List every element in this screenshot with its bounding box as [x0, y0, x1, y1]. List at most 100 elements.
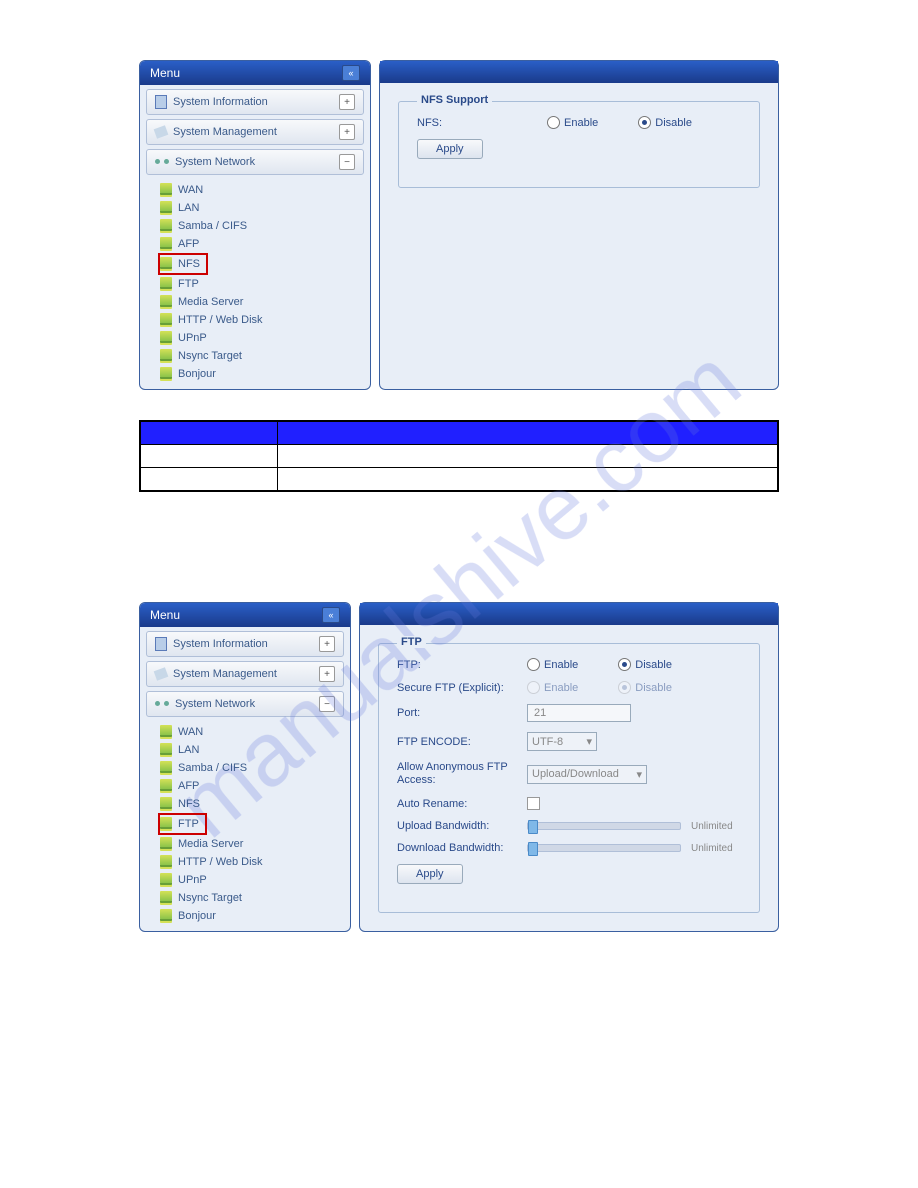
ftp-disable-radio[interactable]: Disable	[618, 658, 672, 671]
radio-icon	[547, 116, 560, 129]
menu-panel: Menu « System Information + System Manag…	[139, 602, 351, 932]
tree-item-nfs[interactable]: NFS	[158, 253, 208, 275]
select-value: UTF-8	[532, 736, 563, 748]
upload-bw-label: Upload Bandwidth:	[397, 820, 527, 832]
radio-icon	[527, 658, 540, 671]
download-bw-label: Download Bandwidth:	[397, 842, 527, 854]
nfs-enable-radio[interactable]: Enable	[547, 116, 598, 129]
section-label: System Management	[173, 126, 277, 138]
menu-panel: Menu « System Information + System Manag…	[139, 60, 371, 390]
table-header	[140, 421, 778, 445]
section-system-information[interactable]: System Information +	[146, 89, 364, 115]
radio-label: Enable	[564, 117, 598, 129]
table-row	[140, 445, 778, 468]
collapse-icon[interactable]: −	[319, 696, 335, 712]
slider-handle[interactable]	[528, 842, 538, 856]
screenshot-1: Menu « System Information + System Manag…	[139, 60, 779, 390]
tree-item-upnp[interactable]: UPnP	[160, 871, 350, 889]
chevron-down-icon: ▾	[636, 768, 642, 781]
tree-item-bonjour[interactable]: Bonjour	[160, 907, 350, 925]
section-label: System Network	[175, 698, 255, 710]
radio-icon	[618, 681, 631, 694]
tree-item-upnp[interactable]: UPnP	[160, 329, 370, 347]
rename-label: Auto Rename:	[397, 798, 527, 810]
tree-item-samba[interactable]: Samba / CIFS	[160, 217, 370, 235]
content-header	[380, 61, 778, 83]
radio-label: Enable	[544, 682, 578, 694]
tool-icon	[154, 667, 169, 681]
expand-icon[interactable]: +	[319, 666, 335, 682]
menu-title: Menu	[150, 608, 180, 622]
tree-item-ftp[interactable]: FTP	[160, 275, 370, 293]
tree-item-wan[interactable]: WAN	[160, 723, 350, 741]
upload-bw-slider[interactable]	[527, 822, 681, 830]
tree-item-nfs[interactable]: NFS	[160, 795, 350, 813]
expand-icon[interactable]: +	[339, 124, 355, 140]
port-input[interactable]: 21	[527, 704, 631, 722]
expand-icon[interactable]: +	[319, 636, 335, 652]
encode-label: FTP ENCODE:	[397, 736, 527, 748]
network-icon	[155, 699, 169, 709]
nfs-fieldset: NFS Support NFS: Enable Disable Apply	[398, 101, 760, 188]
rename-checkbox[interactable]	[527, 797, 540, 810]
section-system-network[interactable]: System Network −	[146, 691, 344, 717]
download-bw-value: Unlimited	[691, 843, 741, 854]
table-row	[140, 468, 778, 492]
tree-item-lan[interactable]: LAN	[160, 741, 350, 759]
secure-disable-radio: Disable	[618, 681, 672, 694]
collapse-icon[interactable]: −	[339, 154, 355, 170]
nfs-label: NFS:	[417, 117, 547, 129]
content-header	[360, 603, 778, 625]
apply-button[interactable]: Apply	[417, 139, 483, 159]
tree-item-nsync[interactable]: Nsync Target	[160, 347, 370, 365]
radio-icon	[527, 681, 540, 694]
tree-item-wan[interactable]: WAN	[160, 181, 370, 199]
section-label: System Network	[175, 156, 255, 168]
ftp-label: FTP:	[397, 659, 527, 671]
anon-label: Allow Anonymous FTP Access:	[397, 761, 527, 787]
screenshot-2: Menu « System Information + System Manag…	[139, 602, 779, 932]
tree-item-afp[interactable]: AFP	[160, 235, 370, 253]
secure-ftp-label: Secure FTP (Explicit):	[397, 682, 527, 694]
tree-item-http[interactable]: HTTP / Web Disk	[160, 853, 350, 871]
tree-item-afp[interactable]: AFP	[160, 777, 350, 795]
port-label: Port:	[397, 707, 527, 719]
tree-item-http[interactable]: HTTP / Web Disk	[160, 311, 370, 329]
collapse-icon[interactable]: «	[342, 65, 360, 81]
upload-bw-value: Unlimited	[691, 821, 741, 832]
section-system-network[interactable]: System Network −	[146, 149, 364, 175]
tree-item-samba[interactable]: Samba / CIFS	[160, 759, 350, 777]
slider-handle[interactable]	[528, 820, 538, 834]
collapse-icon[interactable]: «	[322, 607, 340, 623]
tree-item-bonjour[interactable]: Bonjour	[160, 365, 370, 383]
tree-item-lan[interactable]: LAN	[160, 199, 370, 217]
chevron-down-icon: ▾	[586, 735, 592, 748]
radio-label: Disable	[655, 117, 692, 129]
menu-header: Menu «	[140, 61, 370, 85]
tree-item-media[interactable]: Media Server	[160, 293, 370, 311]
nfs-disable-radio[interactable]: Disable	[638, 116, 692, 129]
menu-header: Menu «	[140, 603, 350, 627]
tree-item-ftp[interactable]: FTP	[158, 813, 207, 835]
content-panel: NFS Support NFS: Enable Disable Apply	[379, 60, 779, 390]
ftp-enable-radio[interactable]: Enable	[527, 658, 578, 671]
radio-label: Disable	[635, 682, 672, 694]
apply-button[interactable]: Apply	[397, 864, 463, 884]
info-table	[139, 420, 779, 492]
secure-enable-radio: Enable	[527, 681, 578, 694]
download-bw-slider[interactable]	[527, 844, 681, 852]
tool-icon	[154, 125, 169, 139]
radio-icon	[618, 658, 631, 671]
section-system-management[interactable]: System Management +	[146, 119, 364, 145]
fieldset-legend: FTP	[397, 636, 426, 648]
section-system-information[interactable]: System Information +	[146, 631, 344, 657]
menu-title: Menu	[150, 66, 180, 80]
tree-item-media[interactable]: Media Server	[160, 835, 350, 853]
encode-select[interactable]: UTF-8 ▾	[527, 732, 597, 751]
expand-icon[interactable]: +	[339, 94, 355, 110]
anon-select[interactable]: Upload/Download▾	[527, 765, 647, 784]
tree-item-nsync[interactable]: Nsync Target	[160, 889, 350, 907]
section-system-management[interactable]: System Management +	[146, 661, 344, 687]
network-icon	[155, 157, 169, 167]
section-label: System Information	[173, 96, 268, 108]
